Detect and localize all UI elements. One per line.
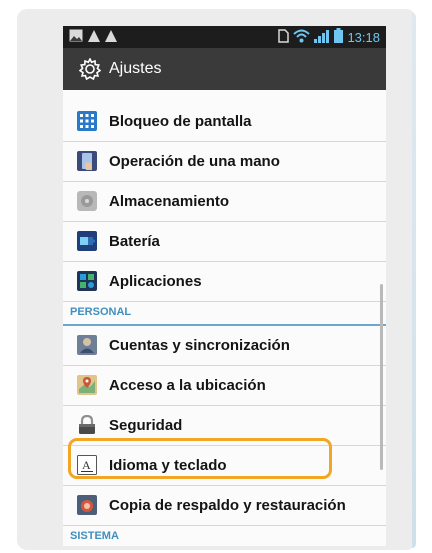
action-bar: Ajustes [63,48,386,90]
list-item-label: Batería [109,233,160,250]
list-item-acceso-a-la-ubicacion[interactable]: Acceso a la ubicación [63,366,386,406]
list-item-label: Cuentas y sincronización [109,337,290,354]
backup-icon [77,495,97,515]
gear-icon [78,57,102,81]
list-item-bloqueo-de-pantalla[interactable]: Bloqueo de pantalla [63,102,386,142]
settings-list: Bloqueo de pantalla Operación de una man… [63,102,386,546]
storage-icon [77,191,97,211]
card-edge [412,13,416,548]
hand-icon [77,151,97,171]
status-left-icons [69,29,117,47]
image-icon [69,29,83,47]
sim-icon [278,28,290,46]
list-item-label: Copia de respaldo y restauración [109,497,346,514]
list-item-label: Seguridad [109,417,183,434]
signal-icon [314,29,330,46]
apps-icon [77,271,97,291]
list-item-label: Aplicaciones [109,273,202,290]
status-bar: 13:18 [63,26,386,48]
list-item-bateria[interactable]: Batería [63,222,386,262]
list-item-cuentas-y-sincronizacion[interactable]: Cuentas y sincronización [63,326,386,366]
section-label: PERSONAL [70,306,132,318]
list-item-copia-de-respaldo-y-restauracion[interactable]: Copia de respaldo y restauración [63,486,386,526]
list-item-operacion-de-una-mano[interactable]: Operación de una mano [63,142,386,182]
status-right-icons: 13:18 [278,28,380,46]
warning-icon [88,29,100,47]
highlight-box [68,438,332,479]
list-item-label: Almacenamiento [109,193,230,210]
battery-icon [334,28,344,46]
section-label: SISTEMA [70,530,119,542]
wifi-icon [293,29,311,46]
grid-lock-icon [77,111,97,131]
battery-icon [77,231,97,251]
accounts-icon [77,335,97,355]
location-icon [77,375,97,395]
list-item-label: Acceso a la ubicación [109,377,266,394]
list-item-label: Bloqueo de pantalla [109,113,252,130]
list-item-aplicaciones[interactable]: Aplicaciones [63,262,386,302]
list-item-almacenamiento[interactable]: Almacenamiento [63,182,386,222]
list-item-label: Operación de una mano [109,153,280,170]
section-header-personal: PERSONAL [63,302,386,326]
padlock-icon [77,414,97,435]
status-time: 13:18 [347,29,380,45]
page-title: Ajustes [109,60,162,77]
section-header-sistema: SISTEMA [63,526,386,546]
warning-icon [105,29,117,47]
scrollbar[interactable] [380,284,383,470]
